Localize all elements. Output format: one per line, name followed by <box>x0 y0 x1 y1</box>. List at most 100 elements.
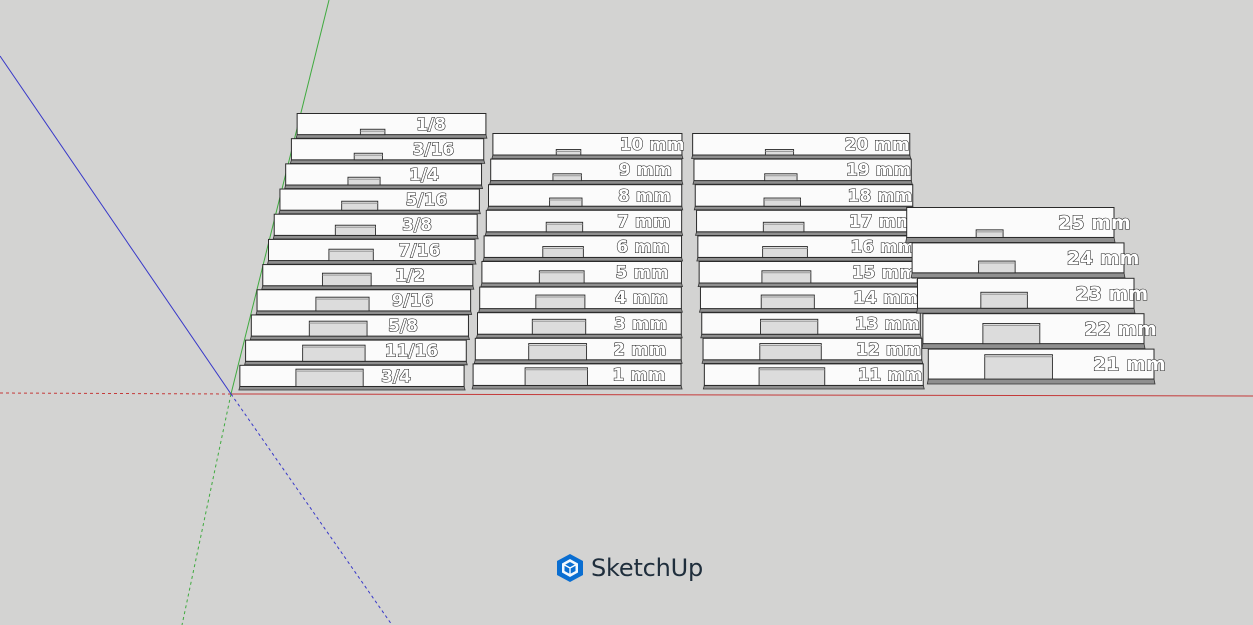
gauge-label: 5/16 <box>406 190 448 210</box>
gauge-block[interactable]: 5/8 <box>249 314 470 341</box>
gauge-block[interactable]: 14 mm <box>698 286 921 313</box>
gauge-front-face <box>272 234 479 240</box>
modeling-viewport[interactable]: 1/8 3/16 1/4 5/16 3/8 7/16 1/2 9/16 5/8 11/16 3/4 1… <box>0 0 1253 625</box>
gauge-block[interactable]: 22 mm <box>921 313 1158 350</box>
gauge-group-metric-21-25[interactable]: 25 mm 24 mm 23 mm 22 mm 21 mm <box>905 207 1166 385</box>
gauge-front-face <box>691 154 912 160</box>
gauge-label: 13 mm <box>855 314 920 334</box>
gauge-top-face <box>290 138 485 161</box>
gauge-block[interactable]: 3 mm <box>475 312 683 339</box>
gauge-front-face <box>284 184 484 189</box>
gauge-front-face <box>261 285 475 290</box>
gauge-label: 16 mm <box>850 238 915 258</box>
gauge-block[interactable]: 15 mm <box>697 261 919 288</box>
gauge-notch <box>353 152 383 161</box>
blue-axis-negative <box>230 393 393 625</box>
gauge-block[interactable]: 19 mm <box>692 158 913 185</box>
gauge-label: 10 mm <box>620 135 685 155</box>
gauge-notch <box>552 173 582 182</box>
gauge-front-face <box>249 335 470 341</box>
gauge-block[interactable]: 1/4 <box>284 163 484 189</box>
gauge-block[interactable]: 17 mm <box>695 209 916 236</box>
gauge-front-face <box>482 257 684 262</box>
gauge-label: 21 mm <box>1093 354 1166 376</box>
gauge-label: 17 mm <box>849 212 914 232</box>
gauge-block[interactable]: 11/16 <box>244 339 468 366</box>
gauge-label: 15 mm <box>852 263 917 283</box>
gauge-front-face <box>698 308 921 313</box>
gauge-block[interactable]: 7/16 <box>266 238 477 265</box>
gauge-group-metric-1-10[interactable]: 10 mm 9 mm 8 mm 7 mm 6 mm 5 mm 4 mm 3 mm 2 mm 1 m… <box>471 133 685 390</box>
gauge-notch <box>758 367 826 386</box>
gauge-block[interactable]: 18 mm <box>693 184 915 211</box>
gauge-top-face <box>279 188 480 211</box>
gauge-front-face <box>295 134 488 139</box>
gauge-label: 8 mm <box>618 186 671 206</box>
gauge-label: 1/8 <box>416 115 446 135</box>
green-axis-negative <box>181 393 232 625</box>
gauge-front-face <box>905 237 1116 243</box>
gauge-label: 24 mm <box>1067 247 1140 269</box>
gauge-group-metric-11-20[interactable]: 20 mm 19 mm 18 mm 17 mm 16 mm 15 mm 14 mm 13 mm… <box>691 133 925 390</box>
gauge-front-face <box>702 385 925 390</box>
gauge-front-face <box>238 386 466 391</box>
gauge-label: 23 mm <box>1076 283 1149 305</box>
gauge-notch <box>982 323 1041 345</box>
gauge-front-face <box>486 205 684 211</box>
gauge-front-face <box>289 159 486 164</box>
gauge-block[interactable]: 5/16 <box>278 188 481 215</box>
gauge-blocks[interactable]: 1/83/161/45/163/87/161/29/165/811/163/41… <box>238 113 1166 391</box>
gauge-label: 9 mm <box>619 161 672 181</box>
gauge-block[interactable]: 1/8 <box>295 113 488 139</box>
gauge-block[interactable]: 5 mm <box>480 261 683 288</box>
gauge-label: 6 mm <box>616 238 669 258</box>
gauge-front-face <box>910 272 1126 279</box>
gauge-block[interactable]: 13 mm <box>700 312 922 339</box>
gauge-notch <box>295 368 364 387</box>
gauge-block[interactable]: 21 mm <box>926 348 1166 385</box>
gauge-group-imperial[interactable]: 1/8 3/16 1/4 5/16 3/8 7/16 1/2 9/16 5/8 11/16 3/4 <box>238 113 488 391</box>
gauge-front-face <box>244 360 468 366</box>
gauge-block[interactable]: 1 mm <box>471 363 683 390</box>
gauge-front-face <box>696 257 918 262</box>
gauge-top-face <box>285 163 483 186</box>
gauge-block[interactable]: 23 mm <box>916 277 1149 314</box>
3d-scene[interactable]: 1/83/161/45/163/87/161/29/165/811/163/41… <box>0 0 1253 625</box>
gauge-block[interactable]: 9/16 <box>255 289 473 315</box>
gauge-block[interactable]: 20 mm <box>691 133 912 160</box>
gauge-label: 3/16 <box>413 140 455 160</box>
gauge-notch <box>341 200 379 211</box>
gauge-block[interactable]: 12 mm <box>701 337 924 364</box>
gauge-notch <box>347 176 381 186</box>
gauge-label: 4 mm <box>615 289 668 309</box>
gauge-front-face <box>695 231 916 236</box>
gauge-label: 12 mm <box>856 340 921 360</box>
red-axis-negative <box>0 392 232 395</box>
gauge-front-face <box>471 385 683 390</box>
gauge-block[interactable]: 11 mm <box>702 363 925 390</box>
gauge-front-face <box>916 307 1136 314</box>
gauge-block[interactable]: 3/8 <box>272 213 479 240</box>
gauge-block[interactable]: 3/4 <box>238 364 466 391</box>
gauge-block[interactable]: 2 mm <box>473 337 683 364</box>
gauge-block[interactable]: 9 mm <box>489 158 684 185</box>
gauge-block[interactable]: 10 mm <box>491 133 685 160</box>
gauge-block[interactable]: 6 mm <box>482 235 684 262</box>
gauge-notch <box>545 221 584 233</box>
gauge-block[interactable]: 3/16 <box>289 138 486 164</box>
sketchup-watermark: SketchUp <box>556 553 703 583</box>
gauge-notch <box>762 221 805 233</box>
gauge-block[interactable]: 7 mm <box>484 209 684 236</box>
gauge-block[interactable]: 1/2 <box>261 264 475 290</box>
gauge-block[interactable]: 25 mm <box>905 207 1131 243</box>
gauge-label: 11/16 <box>385 342 439 362</box>
gauge-label: 1/4 <box>409 165 439 185</box>
gauge-front-face <box>692 180 913 185</box>
gauge-block[interactable]: 8 mm <box>486 184 684 211</box>
gauge-label: 19 mm <box>846 161 911 181</box>
gauge-front-face <box>478 308 683 313</box>
gauge-front-face <box>926 378 1156 385</box>
gauge-block[interactable]: 16 mm <box>696 235 918 262</box>
gauge-block[interactable]: 24 mm <box>910 242 1140 279</box>
gauge-block[interactable]: 4 mm <box>478 286 683 313</box>
